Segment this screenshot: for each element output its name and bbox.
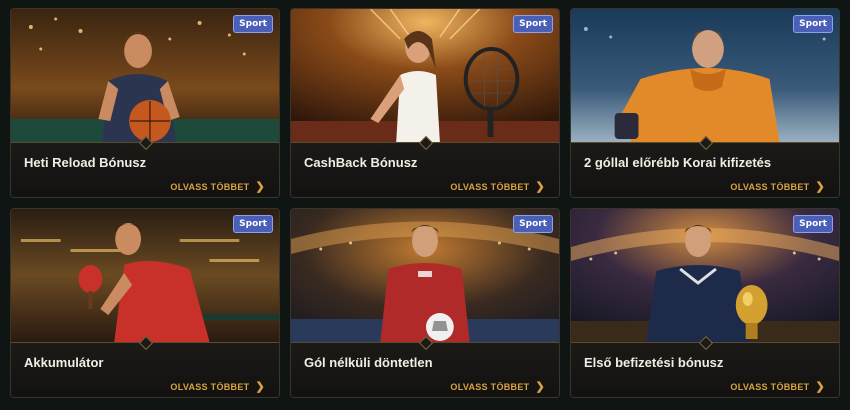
read-more-label: OLVASS TÖBBET bbox=[170, 181, 250, 192]
promo-title: 2 góllal előrébb Korai kifizetés bbox=[584, 155, 772, 170]
chevron-right-icon: ❯ bbox=[815, 181, 825, 193]
read-more-label: OLVASS TÖBBET bbox=[170, 381, 250, 392]
promo-title: CashBack Bónusz bbox=[304, 155, 418, 170]
promo-card-body: Első befizetési bónusz OLVASS TÖBBET ❯ bbox=[571, 335, 839, 397]
sport-badge: Sport bbox=[513, 15, 553, 33]
promo-card[interactable]: Sport Heti Reload Bónusz OLVASS TÖBBET ❯ bbox=[10, 8, 280, 198]
promo-card[interactable]: Sport 2 góllal előrébb Korai kifizetés O… bbox=[570, 8, 840, 198]
promo-card[interactable]: Sport CashBack Bónusz OLVASS TÖBBET ❯ bbox=[290, 8, 560, 198]
read-more-label: OLVASS TÖBBET bbox=[730, 381, 810, 392]
promo-card-body: Heti Reload Bónusz OLVASS TÖBBET ❯ bbox=[11, 135, 279, 197]
read-more-label: OLVASS TÖBBET bbox=[450, 381, 530, 392]
read-more-link[interactable]: OLVASS TÖBBET ❯ bbox=[450, 380, 545, 393]
read-more-link[interactable]: OLVASS TÖBBET ❯ bbox=[450, 180, 545, 193]
read-more-link[interactable]: OLVASS TÖBBET ❯ bbox=[730, 180, 825, 193]
chevron-right-icon: ❯ bbox=[535, 181, 545, 193]
promo-title: Heti Reload Bónusz bbox=[24, 155, 147, 170]
promo-card-body: Gól nélküli döntetlen OLVASS TÖBBET ❯ bbox=[291, 335, 559, 397]
chevron-right-icon: ❯ bbox=[815, 381, 825, 393]
sport-badge: Sport bbox=[233, 215, 273, 233]
promo-card[interactable]: Sport Akkumulátor OLVASS TÖBBET ❯ bbox=[10, 208, 280, 398]
chevron-right-icon: ❯ bbox=[255, 381, 265, 393]
read-more-link[interactable]: OLVASS TÖBBET ❯ bbox=[170, 380, 265, 393]
sport-badge: Sport bbox=[513, 215, 553, 233]
read-more-link[interactable]: OLVASS TÖBBET ❯ bbox=[170, 180, 265, 193]
chevron-right-icon: ❯ bbox=[535, 381, 545, 393]
read-more-label: OLVASS TÖBBET bbox=[730, 181, 810, 192]
read-more-label: OLVASS TÖBBET bbox=[450, 181, 530, 192]
promo-card-body: Akkumulátor OLVASS TÖBBET ❯ bbox=[11, 335, 279, 397]
promo-title: Akkumulátor bbox=[24, 355, 104, 370]
promo-title: Gól nélküli döntetlen bbox=[304, 355, 433, 370]
promo-title: Első befizetési bónusz bbox=[584, 355, 724, 370]
promo-card[interactable]: Sport Gól nélküli döntetlen OLVASS TÖBBE… bbox=[290, 208, 560, 398]
sport-badge: Sport bbox=[793, 215, 833, 233]
promotions-grid: Sport Heti Reload Bónusz OLVASS TÖBBET ❯ bbox=[10, 8, 840, 402]
sport-badge: Sport bbox=[233, 15, 273, 33]
promo-card[interactable]: Sport Első befizetési bónusz OLVASS TÖBB… bbox=[570, 208, 840, 398]
promo-card-body: CashBack Bónusz OLVASS TÖBBET ❯ bbox=[291, 135, 559, 197]
promo-card-body: 2 góllal előrébb Korai kifizetés OLVASS … bbox=[571, 135, 839, 197]
sport-badge: Sport bbox=[793, 15, 833, 33]
chevron-right-icon: ❯ bbox=[255, 181, 265, 193]
read-more-link[interactable]: OLVASS TÖBBET ❯ bbox=[730, 380, 825, 393]
